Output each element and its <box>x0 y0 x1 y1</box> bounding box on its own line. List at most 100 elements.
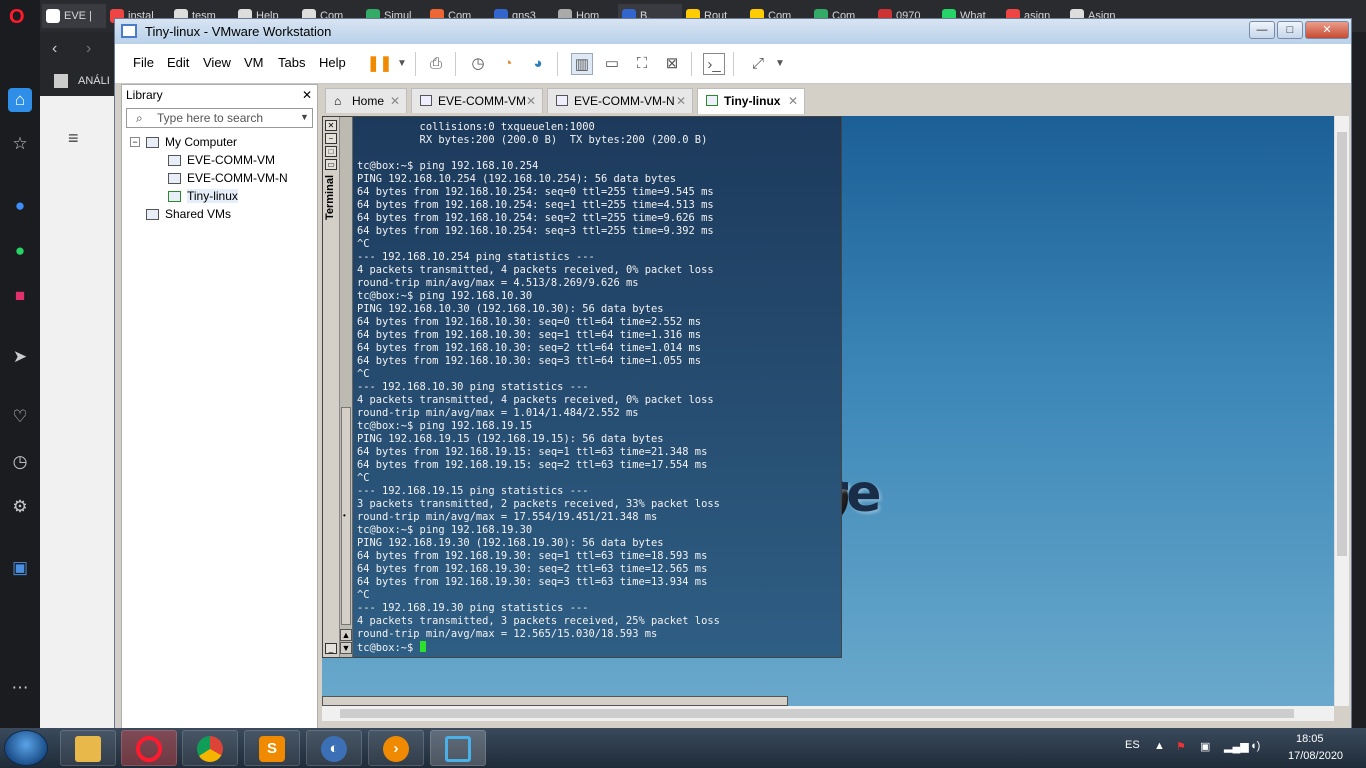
terminal-line: 64 bytes from 192.168.19.30: seq=2 ttl=6… <box>357 563 708 575</box>
opera-sidebar: O ⌂ ☆ ● ● ■ ➤ ♡ ◷ ⚙ ▣ ⋯ ? <box>0 0 81 728</box>
start-button[interactable] <box>4 730 48 766</box>
fullscreen-icon[interactable]: ⛶ <box>631 53 653 75</box>
menu-help[interactable]: Help <box>319 55 346 70</box>
snapshot-icon[interactable]: ◷ <box>467 53 489 75</box>
terminal-scrollbar[interactable]: • ▲ ▼ <box>340 117 353 657</box>
taskbar-terminal-app[interactable]: › <box>368 730 424 766</box>
terminal-prompt-line[interactable]: tc@box:~$ <box>357 641 720 655</box>
home-icon[interactable]: ⌂ <box>8 88 32 112</box>
tree-vm-item[interactable]: EVE-COMM-VM-N <box>168 169 288 187</box>
terminal-line: round-trip min/avg/max = 4.513/8.269/9.6… <box>357 277 639 289</box>
scroll-down-icon[interactable]: ▼ <box>340 642 352 654</box>
scrollbar-thumb[interactable] <box>1337 132 1347 556</box>
tree-vm-item-selected[interactable]: Tiny-linux <box>168 187 238 205</box>
show-library-icon[interactable]: ▥ <box>571 53 593 75</box>
window-titlebar[interactable]: Tiny-linux - VMware Workstation — □ ✕ <box>115 19 1351 44</box>
language-indicator[interactable]: ES <box>1125 739 1140 751</box>
terminal-maximize-icon[interactable]: □ <box>325 146 337 157</box>
device-icon[interactable]: ▣ <box>1200 740 1210 753</box>
taskbar-opera[interactable] <box>121 730 177 766</box>
terminal-minimize-icon[interactable]: − <box>325 133 337 144</box>
library-close-icon[interactable]: ✕ <box>302 85 312 105</box>
tree-my-computer[interactable]: My Computer <box>146 133 237 151</box>
toolbar-separator <box>557 52 558 76</box>
tree-vm-item[interactable]: EVE-COMM-VM <box>168 151 275 169</box>
terminal-line: RX bytes:200 (200.0 B) TX bytes:200 (200… <box>357 134 708 146</box>
scroll-up-icon[interactable]: ▲ <box>340 629 352 641</box>
send-icon[interactable]: ➤ <box>8 345 32 369</box>
messenger-icon[interactable]: ● <box>8 194 32 218</box>
menu-tabs[interactable]: Tabs <box>278 55 305 70</box>
minimize-button[interactable]: — <box>1249 21 1275 39</box>
terminal-titlebar[interactable]: ✕ − □ ▭ Terminal _ <box>323 117 340 657</box>
send-keys-icon[interactable]: ⎙ <box>425 53 447 75</box>
menu-view[interactable]: View <box>203 55 231 70</box>
snapshot-manager-icon[interactable]: ◕ <box>527 53 549 75</box>
tab-eve-comm-vm[interactable]: EVE-COMM-VM ✕ <box>411 88 543 113</box>
terminal-close-icon[interactable]: ✕ <box>325 120 337 131</box>
history-icon[interactable]: ◷ <box>8 450 32 474</box>
clock-date[interactable]: 17/08/2020 <box>1288 750 1343 762</box>
signal-icon[interactable]: ▂▄▆ <box>1224 740 1249 753</box>
tab-close-icon[interactable]: ✕ <box>676 89 686 113</box>
menu-vm[interactable]: VM <box>244 55 264 70</box>
browser-tab[interactable]: EVE | <box>42 4 106 28</box>
console-view-icon[interactable]: ›_ <box>703 53 725 75</box>
terminal-window[interactable]: ✕ − □ ▭ Terminal _ • ▲ ▼ collisions:0 tx… <box>322 116 842 658</box>
scrollbar-thumb[interactable] <box>340 709 1294 718</box>
menu-edit[interactable]: Edit <box>167 55 189 70</box>
tree-collapse-icon[interactable]: − <box>130 137 140 147</box>
terminal-line: 4 packets transmitted, 4 packets receive… <box>357 394 714 406</box>
taskbar-sublime[interactable]: S <box>244 730 300 766</box>
tab-label: Home <box>352 94 385 108</box>
close-button[interactable]: ✕ <box>1305 21 1349 39</box>
more-icon[interactable]: ⋯ <box>8 676 32 700</box>
tab-home[interactable]: ⌂ Home ✕ <box>325 88 407 113</box>
guest-vertical-scrollbar[interactable] <box>1334 116 1349 706</box>
menu-file[interactable]: File <box>133 55 154 70</box>
library-search-input[interactable]: Type here to search <box>126 108 313 128</box>
taskbar-vmware[interactable] <box>430 730 486 766</box>
tab-eve-comm-vm-n[interactable]: EVE-COMM-VM-N ✕ <box>547 88 693 113</box>
whatsapp-icon[interactable]: ● <box>8 239 32 263</box>
stretch-dropdown-icon[interactable]: ▼ <box>769 53 791 75</box>
instagram-icon[interactable]: ■ <box>8 284 32 308</box>
taskbar-gns3[interactable]: ◐ <box>306 730 362 766</box>
stretch-guest-icon[interactable]: ⤢ <box>747 53 769 75</box>
bookmark-label[interactable]: ANÁLI <box>78 75 110 87</box>
terminal-screen[interactable]: collisions:0 txqueuelen:1000 RX bytes:20… <box>353 117 841 657</box>
terminal-line: ^C <box>357 368 370 380</box>
forward-icon[interactable]: › <box>86 40 91 58</box>
opera-logo-icon[interactable]: O <box>9 6 25 29</box>
taskbar-chrome[interactable] <box>182 730 238 766</box>
pause-icon[interactable]: ❚❚ <box>367 53 392 75</box>
revert-snapshot-icon[interactable]: ◔ <box>497 53 519 75</box>
tab-close-icon[interactable]: ✕ <box>390 89 400 113</box>
clock-time[interactable]: 18:05 <box>1296 733 1324 745</box>
guest-horizontal-scrollbar[interactable] <box>322 706 1334 721</box>
tab-close-icon[interactable]: ✕ <box>526 89 536 113</box>
tab-tiny-linux[interactable]: Tiny-linux ✕ <box>697 88 805 114</box>
vm-running-icon <box>706 95 718 106</box>
translate-icon[interactable]: ▣ <box>8 556 32 580</box>
terminal-line: collisions:0 txqueuelen:1000 <box>357 121 595 133</box>
volume-icon[interactable]: ◖) <box>1250 740 1260 752</box>
maximize-button[interactable]: □ <box>1277 21 1303 39</box>
menubar: File Edit View VM Tabs Help ❚❚ ▼ ⎙ ◷ ◔ ◕… <box>115 44 1351 84</box>
unity-icon[interactable]: ⊠ <box>661 53 683 75</box>
tray-expand-icon[interactable]: ▲ <box>1154 740 1165 752</box>
pause-dropdown-icon[interactable]: ▼ <box>391 53 413 75</box>
network-warning-icon[interactable]: ⚑ <box>1176 740 1186 753</box>
guest-display[interactable]: core ✕ − □ ▭ Terminal _ • ▲ ▼ <box>322 116 1334 706</box>
taskbar-explorer[interactable] <box>60 730 116 766</box>
settings-icon[interactable]: ⚙ <box>8 495 32 519</box>
heart-icon[interactable]: ♡ <box>8 405 32 429</box>
terminal-iconify-icon[interactable]: _ <box>325 643 337 654</box>
terminal-restore-icon[interactable]: ▭ <box>325 159 337 170</box>
star-icon[interactable]: ☆ <box>8 132 32 156</box>
tab-close-icon[interactable]: ✕ <box>788 89 798 113</box>
thumbnail-bar-icon[interactable]: ▭ <box>601 53 623 75</box>
back-icon[interactable]: ‹ <box>52 40 57 58</box>
search-dropdown-icon[interactable]: ▼ <box>300 112 309 122</box>
tree-shared-vms[interactable]: Shared VMs <box>146 205 231 223</box>
